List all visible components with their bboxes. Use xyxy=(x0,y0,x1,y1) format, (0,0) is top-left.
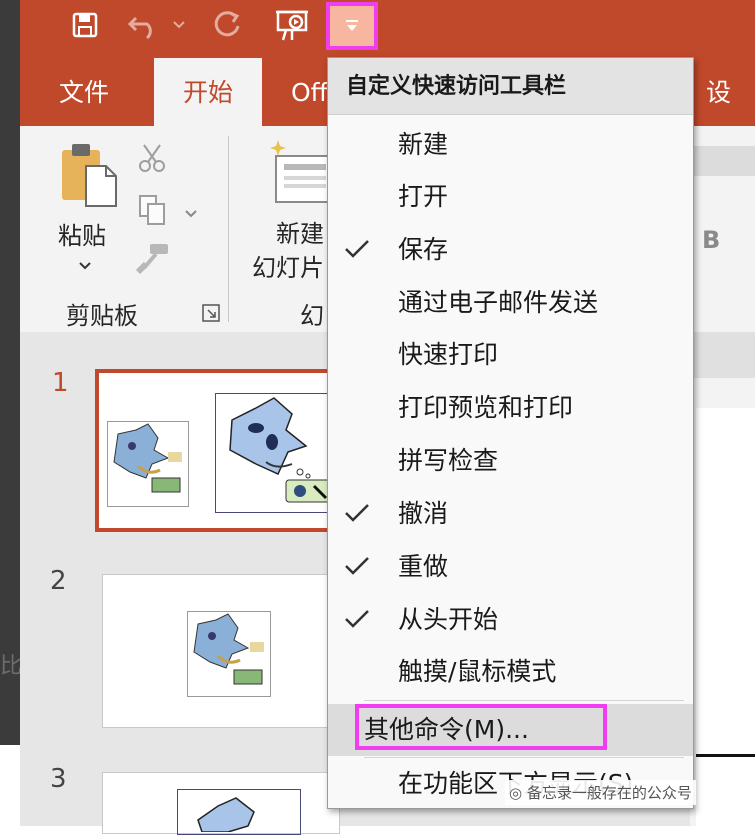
undo-icon[interactable] xyxy=(126,8,162,42)
paste-icon[interactable] xyxy=(58,142,122,212)
menu-item-touch-mouse-mode[interactable]: 触摸/鼠标模式 xyxy=(328,646,693,698)
menu-item-open[interactable]: 打开 xyxy=(328,171,693,223)
menu-item-label: 撤消 xyxy=(398,499,449,528)
menu-item-label: 重做 xyxy=(398,552,449,581)
slide-image-large xyxy=(215,393,341,513)
menu-item-print-preview[interactable]: 打印预览和打印 xyxy=(328,382,693,434)
paste-dropdown-icon[interactable] xyxy=(78,256,92,275)
copy-dropdown-icon[interactable] xyxy=(184,204,198,223)
checkmark-icon xyxy=(342,602,372,636)
slide-thumbnail-1[interactable] xyxy=(95,369,341,532)
left-window-edge-lower xyxy=(0,745,20,826)
watermark-text: 备忘录一般存在的公众号 xyxy=(526,784,692,802)
menu-item-label: 打印预览和打印 xyxy=(398,393,574,422)
menu-separator xyxy=(364,700,684,701)
menu-item-new[interactable]: 新建 xyxy=(328,119,693,171)
slide-thumbnail-2[interactable] xyxy=(102,574,340,728)
slide-number: 3 xyxy=(50,764,67,794)
redo-icon[interactable] xyxy=(210,8,246,42)
slides-group-label-partial: 幻 xyxy=(300,302,324,330)
menu-item-spell-check[interactable]: 拼写检查 xyxy=(328,435,693,487)
new-slide-label-line1[interactable]: 新建 xyxy=(276,214,324,249)
menu-item-label: 新建 xyxy=(398,130,449,159)
menu-item-label: 拼写检查 xyxy=(398,446,499,475)
cut-icon[interactable] xyxy=(136,142,168,178)
slide-thumbnail-3[interactable] xyxy=(102,772,340,835)
wechat-icon: ◎ xyxy=(509,784,523,802)
menu-item-start-from-beginning[interactable]: 从头开始 xyxy=(328,594,693,646)
menu-item-redo[interactable]: 重做 xyxy=(328,541,693,593)
save-icon[interactable] xyxy=(68,8,102,42)
customize-dropdown-icon[interactable] xyxy=(326,2,378,50)
left-window-edge xyxy=(0,0,20,826)
checkmark-icon xyxy=(342,232,372,266)
paste-label[interactable]: 粘贴 xyxy=(58,216,106,251)
menu-item-label: 打开 xyxy=(398,182,449,211)
checkmark-icon xyxy=(342,496,372,530)
menu-item-label: 触摸/鼠标模式 xyxy=(398,657,557,686)
new-slide-icon[interactable] xyxy=(266,136,336,210)
menu-item-quick-print[interactable]: 快速打印 xyxy=(328,329,693,381)
more-commands-highlight-box xyxy=(355,704,607,750)
tab-design[interactable]: 设计 xyxy=(706,58,755,177)
slideshow-from-beginning-icon[interactable] xyxy=(272,8,312,42)
bold-button[interactable]: B xyxy=(702,226,720,254)
checkmark-icon xyxy=(342,549,372,583)
menu-item-send-email[interactable]: 通过电子邮件发送 xyxy=(328,277,693,329)
slide-image-small xyxy=(107,421,189,507)
menu-title: 自定义快速访问工具栏 xyxy=(328,58,693,115)
tab-file[interactable]: 文件 xyxy=(59,58,109,126)
menu-item-label: 快速打印 xyxy=(398,340,499,369)
menu-item-undo[interactable]: 撤消 xyxy=(328,488,693,540)
slide-number: 1 xyxy=(52,368,69,398)
left-edge-partial-glyph: 比 xyxy=(0,654,23,679)
new-slide-label-line2[interactable]: 幻灯片 xyxy=(252,248,324,283)
copy-icon[interactable] xyxy=(136,194,168,230)
ribbon-group-separator xyxy=(228,136,229,322)
clipboard-dialog-launcher-icon[interactable] xyxy=(202,304,220,326)
editing-area-partial xyxy=(690,332,755,826)
slide-number: 2 xyxy=(50,566,67,596)
watermark: ◎ 备忘录一般存在的公众号 xyxy=(505,780,696,805)
slide-image-small xyxy=(187,611,271,697)
menu-item-label: 保存 xyxy=(398,235,449,264)
clipboard-group-label: 剪贴板 xyxy=(66,302,138,330)
menu-item-label: 从头开始 xyxy=(398,605,499,634)
format-painter-icon[interactable] xyxy=(135,242,170,278)
menu-item-label: 通过电子邮件发送 xyxy=(398,288,599,317)
title-bar xyxy=(20,0,755,58)
ribbon-font-box-partial[interactable] xyxy=(692,146,755,176)
customize-quick-access-menu: 自定义快速访问工具栏 新建 打开 保存 通过电子邮件发送 快速打印 打印预览和打… xyxy=(327,57,694,809)
menu-item-save[interactable]: 保存 xyxy=(328,224,693,276)
undo-dropdown-icon[interactable] xyxy=(170,8,188,42)
tab-home[interactable]: 开始 xyxy=(154,58,262,126)
slide-image-large xyxy=(177,789,301,835)
